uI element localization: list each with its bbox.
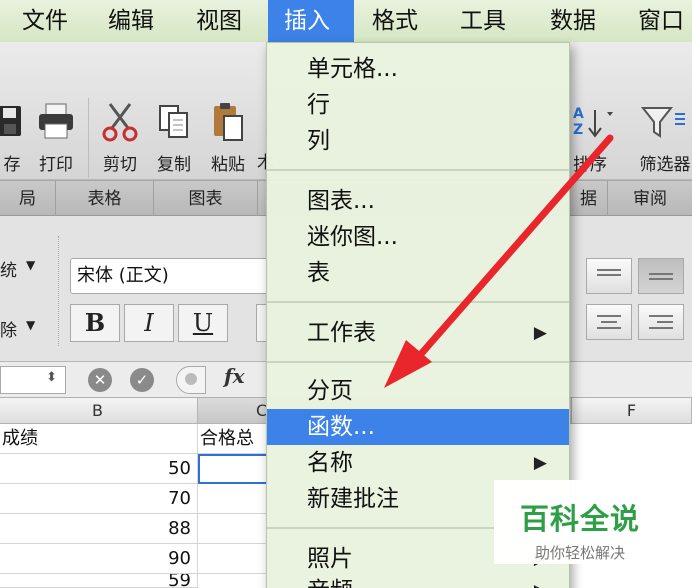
toolbar-divider (88, 98, 89, 178)
watermark-title: 百科全说 (519, 502, 640, 536)
chevron-down-icon: ▼ (26, 258, 36, 272)
tab-tables[interactable]: 表格 (56, 181, 154, 217)
menu-item-row[interactable]: 行 (267, 87, 569, 123)
theme-dropdown-text: 统 (0, 261, 17, 281)
stepper-icon[interactable]: ⬍ (46, 370, 57, 385)
align-center-button[interactable] (586, 304, 632, 340)
table-cell-value[interactable]: 59 (0, 574, 198, 588)
menu-item-cell[interactable]: 单元格... (267, 51, 569, 87)
watermark-logo: 百科全说 助你轻松解决 (494, 480, 666, 564)
table-cell[interactable] (198, 514, 268, 544)
format-divider (58, 236, 59, 346)
menu-item-worksheet[interactable]: 工作表 ▶ (267, 315, 569, 351)
table-cell-value[interactable]: 90 (0, 544, 198, 574)
underline-button[interactable]: U (178, 304, 228, 342)
menu-separator (267, 169, 569, 171)
paste-tool[interactable]: 粘贴 (206, 100, 250, 175)
menu-edit[interactable]: 编辑 (108, 0, 154, 42)
clear-dropdown[interactable]: 除 ▼ (0, 312, 46, 342)
menu-data[interactable]: 数据 (550, 0, 596, 42)
menu-item-audio[interactable]: 音频 ▶ (267, 573, 569, 588)
menu-item-audio-label: 音频 (307, 578, 353, 588)
name-box[interactable]: ⬍ (0, 366, 66, 394)
print-tool[interactable]: 打印 (34, 100, 78, 175)
menu-file[interactable]: 文件 (22, 0, 68, 42)
align-middle-button[interactable] (638, 258, 684, 294)
svg-text:A: A (573, 106, 584, 122)
menu-item-function[interactable]: 函数... (267, 409, 569, 445)
menu-item-name[interactable]: 名称 ▶ (267, 445, 569, 481)
tab-review[interactable]: 审阅 (608, 181, 692, 217)
table-cell[interactable] (198, 484, 268, 514)
watermark-subtitle: 助你轻松解决 (534, 544, 625, 562)
menu-format[interactable]: 格式 (372, 0, 418, 42)
formula-toggle[interactable] (176, 366, 206, 394)
copy-tool[interactable]: 复制 (152, 100, 196, 175)
print-label: 打印 (39, 155, 73, 175)
cut-tool[interactable]: 剪切 (98, 100, 142, 175)
filter-icon (640, 107, 685, 138)
menu-separator (267, 361, 569, 363)
toggle-knob-icon (185, 373, 197, 385)
submenu-arrow-icon: ▶ (533, 453, 547, 473)
submenu-arrow-icon: ▶ (534, 573, 547, 588)
italic-button[interactable]: I (124, 304, 174, 342)
table-cell-value[interactable]: 70 (0, 484, 198, 514)
tab-layout[interactable]: 局 (0, 181, 56, 217)
menu-item-sparkline[interactable]: 迷你图... (267, 219, 569, 255)
submenu-arrow-icon: ▶ (533, 323, 547, 343)
table-cell-value[interactable]: 50 (0, 454, 198, 484)
column-header-f[interactable]: F (572, 398, 692, 424)
menu-item-table[interactable]: 表 (267, 255, 569, 291)
bold-button[interactable]: B (70, 304, 120, 342)
confirm-formula-icon[interactable]: ✓ (130, 368, 154, 392)
clear-dropdown-text: 除 (0, 321, 17, 341)
table-cell-value[interactable]: 88 (0, 514, 198, 544)
cell-header-pass[interactable]: 合格总 (198, 424, 268, 454)
cut-label: 剪切 (103, 155, 137, 175)
fx-icon[interactable]: fx (224, 364, 245, 388)
menu-view[interactable]: 视图 (196, 0, 242, 42)
menu-item-photo-label: 照片 (307, 546, 353, 572)
menu-item-worksheet-label: 工作表 (307, 320, 376, 346)
font-name-field[interactable]: 宋体 (正文) (70, 258, 268, 294)
menu-item-page-break[interactable]: 分页 (267, 373, 569, 409)
save-label: 存 (3, 155, 21, 175)
copy-label: 复制 (157, 155, 191, 175)
align-top-button[interactable] (586, 258, 632, 294)
menu-window[interactable]: 窗口 (638, 0, 684, 42)
menu-tools[interactable]: 工具 (460, 0, 506, 42)
copy-icon (159, 105, 188, 138)
chevron-down-icon: ▼ (26, 318, 36, 332)
menu-bar: 文件 编辑 视图 插入 格式 工具 数据 窗口 (0, 0, 692, 42)
filter-tool[interactable]: 筛选器 (630, 100, 692, 175)
theme-dropdown[interactable]: 统 ▼ (0, 252, 46, 282)
align-right-button[interactable] (638, 304, 684, 340)
filter-label: 筛选器 (639, 155, 691, 175)
paste-icon (214, 103, 243, 141)
svg-text:Z: Z (573, 122, 583, 138)
menu-insert[interactable]: 插入 (268, 0, 354, 42)
save-icon (0, 106, 21, 136)
tab-data[interactable]: 据 (570, 181, 608, 217)
scissors-icon (102, 103, 138, 142)
cell-header-score[interactable]: 成绩 (0, 424, 198, 454)
menu-item-column[interactable]: 列 (267, 123, 569, 159)
menu-separator (267, 301, 569, 303)
sort-icon: A Z (573, 106, 613, 138)
menu-item-chart[interactable]: 图表... (267, 183, 569, 219)
paste-label: 粘贴 (211, 155, 245, 175)
printer-icon (39, 103, 73, 139)
column-header-b[interactable]: B (0, 398, 198, 424)
cancel-formula-icon[interactable]: ✕ (88, 368, 112, 392)
table-cell[interactable] (198, 544, 268, 574)
save-tool[interactable]: 存 (0, 100, 30, 175)
active-cell[interactable] (198, 454, 268, 484)
tab-charts[interactable]: 图表 (154, 181, 258, 217)
menu-item-name-label: 名称 (307, 450, 353, 476)
